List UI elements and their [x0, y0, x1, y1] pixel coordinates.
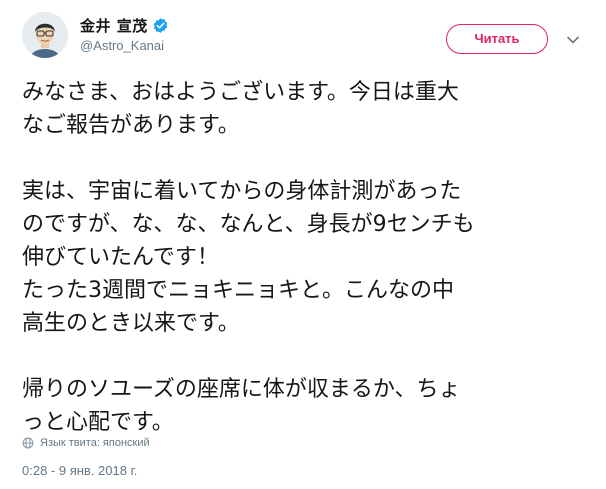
author-handle[interactable]: @Astro_Kanai [80, 38, 164, 53]
globe-icon [22, 437, 34, 449]
tweet-line: 伸びていたんです！ [22, 245, 219, 270]
tweet-language-label: Язык твита: японский [40, 437, 150, 449]
tweet-paragraph-gap [22, 142, 588, 175]
tweet-timestamp[interactable]: 0:28 - 9 янв. 2018 г. [22, 463, 137, 478]
tweet-line: 高生のとき以来です。 [22, 311, 240, 336]
chevron-down-icon[interactable] [566, 32, 580, 46]
avatar-image [22, 12, 68, 58]
tweet-line: 帰りのソユーズの座席に体が収まるか、ちょ [22, 377, 461, 402]
tweet-line: 実は、宇宙に着いてからの身体計測があった [22, 179, 462, 204]
tweet-line: たった3週間でニョキニョキと。こんなの中 [22, 278, 454, 303]
verified-badge-icon [152, 17, 169, 34]
tweet-paragraph-gap [22, 340, 588, 373]
tweet-text: みなさま、おはようございます。今日は重大 なご報告があります。 実は、宇宙に着い… [22, 76, 588, 439]
tweet-line: のですが、な、な、なんと、身長が9センチも [22, 212, 475, 237]
tweet-language-row: Язык твита: японский [22, 434, 150, 452]
follow-button[interactable]: Читать [446, 24, 548, 54]
tweet-card: 金井 宣茂 @Astro_Kanai Читать みなさま、おはようございます… [0, 0, 606, 489]
author-display-name[interactable]: 金井 宣茂 [80, 15, 148, 36]
tweet-line: みなさま、おはようございます。今日は重大 [22, 80, 459, 105]
avatar[interactable] [22, 12, 68, 58]
author-name-row: 金井 宣茂 [80, 14, 169, 36]
tweet-line: なご報告があります。 [22, 113, 240, 138]
